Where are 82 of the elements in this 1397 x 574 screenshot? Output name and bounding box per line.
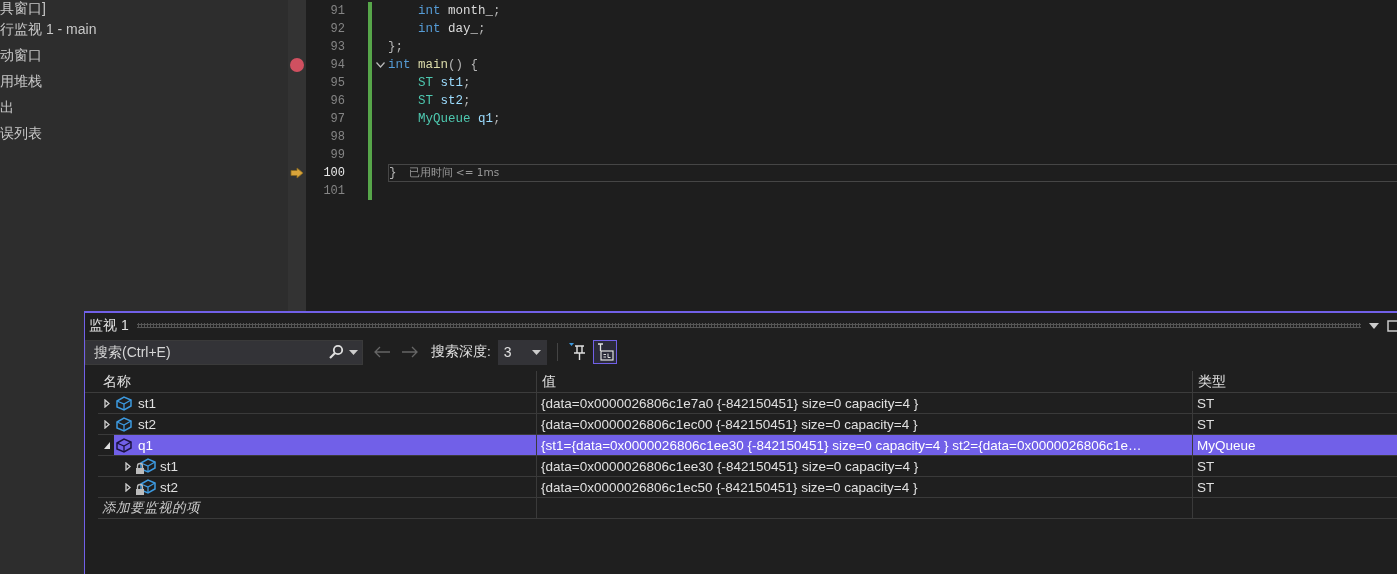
panel-title: 监视 1 <box>89 316 129 335</box>
elapsed-time-hint: 已用时间 <= 1ms <box>408 166 500 180</box>
code-token: st2 <box>439 94 464 108</box>
code-token: int <box>417 22 441 36</box>
code-token: st1 <box>439 76 464 90</box>
line-number: 98 <box>329 130 345 144</box>
search-icon[interactable] <box>328 344 344 360</box>
breakpoint-icon[interactable] <box>290 58 304 72</box>
code-token: MyQueue <box>417 112 471 126</box>
box-icon <box>114 414 134 434</box>
type-cell: ST <box>1192 477 1397 498</box>
caret-icon[interactable] <box>349 349 358 355</box>
back-arrow-icon[interactable] <box>373 346 391 358</box>
code-token: int <box>388 58 411 72</box>
value-cell: {data=0x0000026806c1ec50 {-842150451} size=0 capacity=4 } <box>536 477 1192 498</box>
line-number: 101 <box>322 184 345 198</box>
code-token: month_ <box>447 4 494 18</box>
column-header[interactable]: 名称 <box>98 371 536 393</box>
line-number: 92 <box>329 22 345 36</box>
code-token: main <box>417 58 449 72</box>
value-cell: {data=0x0000026806c1e7a0 {-842150451} size=0 capacity=4 } <box>536 393 1192 414</box>
pin-icon <box>568 343 587 361</box>
box-icon <box>114 435 134 455</box>
tree-item[interactable]: q1 <box>114 435 536 455</box>
code-token: day_ <box>447 22 479 36</box>
type-cell: MyQueue <box>1192 435 1397 456</box>
fold-icon[interactable] <box>375 62 385 68</box>
code-token: () { <box>448 58 479 72</box>
window-menu-item[interactable]: 误列表 <box>0 120 288 146</box>
window-menu-item[interactable]: 出 <box>0 94 288 120</box>
code-token: int <box>417 4 441 18</box>
collapsed-arrow-icon[interactable] <box>103 419 111 429</box>
tree-item[interactable]: st2 <box>135 477 536 497</box>
window-menu-item[interactable]: 具窗口] <box>0 0 288 16</box>
format-button[interactable] <box>592 340 617 364</box>
dropdown-arrow-icon[interactable] <box>1369 322 1379 329</box>
collapsed-arrow-icon[interactable] <box>103 398 111 408</box>
code-token: q1 <box>477 112 494 126</box>
code-token: ; <box>493 4 501 18</box>
window-icon[interactable] <box>1387 319 1397 332</box>
expanded-arrow-icon[interactable] <box>103 440 111 450</box>
caret-icon[interactable] <box>531 349 541 355</box>
type-cell: ST <box>1192 456 1397 477</box>
depth-dropdown[interactable]: 3 <box>497 339 547 365</box>
add-watch-placeholder[interactable]: 添加要监视的项 <box>98 499 200 517</box>
tree-item[interactable]: st1 <box>114 393 536 413</box>
code-token: ; <box>463 94 471 108</box>
column-header[interactable]: 值 <box>536 371 1192 393</box>
pin-box-icon <box>595 343 614 361</box>
column-header[interactable]: 类型 <box>1192 371 1397 393</box>
collapsed-arrow-icon[interactable] <box>124 461 132 471</box>
code-token: ST <box>417 94 433 108</box>
code-token: ST <box>417 76 433 90</box>
forward-arrow-icon[interactable] <box>401 346 419 358</box>
line-number: 94 <box>329 58 345 72</box>
window-menu-item[interactable]: 动窗口 <box>0 42 288 68</box>
line-number: 95 <box>329 76 345 90</box>
tree-item[interactable]: st2 <box>114 414 536 434</box>
box-icon <box>114 393 134 413</box>
window-menu-item[interactable]: 用堆栈 <box>0 68 288 94</box>
search-bar[interactable]: 搜索(Ctrl+E) <box>85 339 363 365</box>
code-token: ; <box>478 22 486 36</box>
value-cell: {data=0x0000026806c1ee30 {-842150451} size=0 capacity=4 } <box>536 456 1192 477</box>
line-number: 99 <box>329 148 345 162</box>
code-token: } <box>389 166 397 180</box>
search-field[interactable]: 搜索(Ctrl+E) <box>92 343 328 361</box>
line-number: 97 <box>329 112 345 126</box>
tree-item[interactable]: st1 <box>135 456 536 476</box>
line-number: 100 <box>322 166 345 180</box>
line-number: 91 <box>329 4 345 18</box>
value-cell: {st1={data=0x0000026806c1ee30 {-842150451} size=0 capacity=4 } st2={data=0x0000026806c1e… <box>536 435 1192 456</box>
code-token: }; <box>388 40 403 54</box>
line-number: 93 <box>329 40 345 54</box>
line-number: 96 <box>329 94 345 108</box>
locked-box-icon <box>135 477 156 497</box>
type-cell: ST <box>1192 393 1397 414</box>
window-menu-item[interactable]: 行监视 1 - main <box>0 16 288 42</box>
code-token: ; <box>463 76 471 90</box>
code-token: ; <box>493 112 501 126</box>
collapsed-arrow-icon[interactable] <box>124 482 132 492</box>
depth-label: 搜索深度: <box>431 343 491 361</box>
locked-box-icon <box>135 456 156 476</box>
